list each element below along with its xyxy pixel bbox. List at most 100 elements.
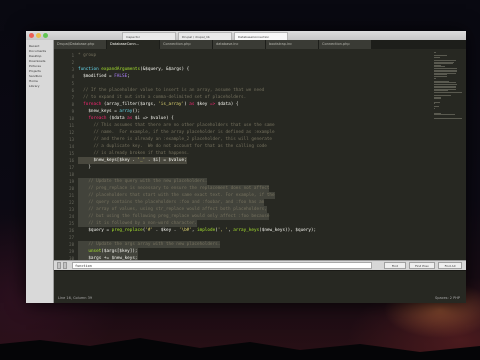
minimize-button[interactable]	[36, 33, 41, 38]
code-line[interactable]: foreach ($data as $i => $value) {	[78, 115, 174, 122]
code-token: // preg_replace is necessary to ensure t…	[78, 186, 270, 191]
code-line[interactable]: // name. For example, if the array place…	[78, 129, 275, 136]
code-line[interactable]: // is already broken if that happens.	[78, 150, 190, 157]
code-token: // name. For example, if the array place…	[78, 130, 275, 135]
code-token: array_keys	[233, 228, 260, 233]
code-token: * group	[78, 53, 97, 58]
code-line[interactable]: // Update the query with the new placeho…	[78, 178, 208, 185]
code-line[interactable]: // preg_replace is necessary to ensure t…	[78, 185, 270, 192]
minimap-line	[434, 101, 441, 103]
editor-tab[interactable]: database.inc	[213, 40, 265, 49]
code-line[interactable]: foreach (array_filter($args, 'is_array')…	[78, 101, 238, 108]
syntax-indicator[interactable]: Spaces: 2 PHP	[435, 293, 460, 303]
line-number: 6	[71, 88, 74, 93]
code-line[interactable]: }	[78, 164, 91, 171]
minimap-line	[434, 52, 437, 53]
code-line[interactable]: * group	[78, 52, 96, 59]
find-button[interactable]: Find	[384, 262, 406, 269]
code-token: '#'	[145, 228, 154, 233]
minimap-line	[434, 56, 440, 58]
line-number: 12	[69, 130, 74, 135]
code-token: FALSE	[114, 74, 128, 79]
code-token: // is already broken if that happens.	[78, 151, 190, 156]
code-token: ;	[127, 74, 130, 79]
browser-tab[interactable]: Drupal / drupal_lib	[178, 32, 232, 40]
line-number: 11	[69, 123, 74, 128]
code-line[interactable]: // but using the following preg_replace …	[78, 213, 270, 220]
case-toggle-icon[interactable]	[63, 262, 67, 269]
code-token: function	[78, 67, 102, 72]
cursor-position: Line 16, Column 39	[58, 296, 93, 300]
code-line[interactable]: // to expand it out into a comma-delimit…	[78, 94, 246, 101]
code-token: // Update the query with the new placeho…	[78, 179, 208, 184]
minimap-line	[434, 92, 462, 93]
minimap-line	[434, 114, 455, 116]
editor-tab[interactable]: Connection.php	[319, 40, 371, 49]
find-prev-button[interactable]: Find Prev	[409, 262, 435, 269]
minimap-line	[434, 103, 435, 105]
file-sidebar: Recent Documents Desktop Downloads Pictures P…	[26, 40, 54, 303]
browser-tab[interactable]: Inspector	[122, 32, 176, 40]
code-token: unset	[88, 249, 102, 254]
editor-tab[interactable]: Drupal/Database.php	[54, 40, 106, 49]
code-line[interactable]: $modified = FALSE;	[78, 73, 130, 80]
code-token: // and there is already an :example_2 pl…	[78, 137, 273, 142]
editor-tab[interactable]: DatabaseConn...	[107, 40, 159, 49]
code-line[interactable]: $query = preg_replace('#' . $key . '\b#'…	[78, 227, 316, 234]
code-token: $modified =	[78, 74, 115, 79]
line-number: 20	[69, 186, 74, 191]
line-number: 19	[69, 179, 74, 184]
browser-tab[interactable]: DatabaseConnection	[234, 32, 288, 40]
code-line[interactable]: // array of values, using str_replace wo…	[78, 206, 267, 213]
zoom-button[interactable]	[43, 33, 48, 38]
code-line[interactable]: // it is followed by a non-word characte…	[78, 220, 197, 227]
line-number: 25	[69, 221, 74, 226]
line-number: 28	[69, 242, 74, 247]
editor-tab[interactable]: Connection.php	[160, 40, 212, 49]
line-number: 23	[69, 207, 74, 212]
line-number: 21	[69, 193, 74, 198]
find-input[interactable]: function	[72, 262, 372, 269]
code-token: $i => $value) {	[132, 116, 174, 121]
code-line[interactable]: // and there is already an :example_2 pl…	[78, 136, 273, 143]
code-token: // a duplicate key. We do not account fo…	[78, 144, 267, 149]
code-token: // to expand it out into a comma-delimit…	[78, 95, 247, 100]
code-line[interactable]: // Update the args array with the new pl…	[78, 241, 221, 248]
code-token: foreach	[78, 102, 104, 107]
code-line[interactable]: // a duplicate key. We do not account fo…	[78, 143, 267, 150]
regex-toggle-icon[interactable]	[57, 262, 61, 269]
close-button[interactable]	[29, 33, 34, 38]
find-all-button[interactable]: Find All	[438, 262, 462, 269]
code-token: // Update the args array with the new pl…	[78, 242, 221, 247]
code-line[interactable]: // query contains the placeholders :foo …	[78, 199, 265, 206]
editor-tab[interactable]: bootstrap.inc	[266, 40, 318, 49]
code-token: ($data	[109, 116, 128, 121]
mountain-silhouette	[0, 338, 480, 360]
code-token: 'is_array'	[158, 102, 185, 107]
code-token: (&$query, &$args) {	[140, 67, 190, 72]
code-token: // array of values, using str_replace wo…	[78, 207, 267, 212]
line-number: 22	[69, 200, 74, 205]
code-line[interactable]: function expandArguments(&$query, &$args…	[78, 66, 189, 73]
minimap[interactable]	[434, 52, 464, 122]
minimap-line	[434, 98, 441, 100]
line-number: 13	[69, 137, 74, 142]
code-line[interactable]: // placeholders that start with the same…	[78, 192, 275, 199]
code-line[interactable]: unset($args[$key]);	[78, 248, 138, 255]
line-number: 27	[69, 235, 74, 240]
code-line[interactable]: // If the placeholder value to insert is…	[78, 87, 264, 94]
code-token: implode	[197, 228, 216, 233]
code-token: $new_keys =	[78, 109, 120, 114]
code-token: array	[119, 109, 133, 114]
line-number: 2	[71, 60, 74, 65]
code-line[interactable]: // This assumes that there are no other …	[78, 122, 275, 129]
code-line[interactable]: $new_keys[$key . '_' . $i] = $value;	[78, 157, 187, 164]
line-number: 8	[71, 102, 74, 107]
sidebar-item[interactable]: Library	[26, 84, 53, 89]
line-number: 9	[71, 109, 74, 114]
title-bar[interactable]: Inspector Drupal / drupal_lib DatabaseConn…	[26, 31, 466, 40]
line-number: 16	[69, 158, 74, 163]
code-line[interactable]: $new_keys = array();	[78, 108, 140, 115]
line-number: 17	[69, 165, 74, 170]
